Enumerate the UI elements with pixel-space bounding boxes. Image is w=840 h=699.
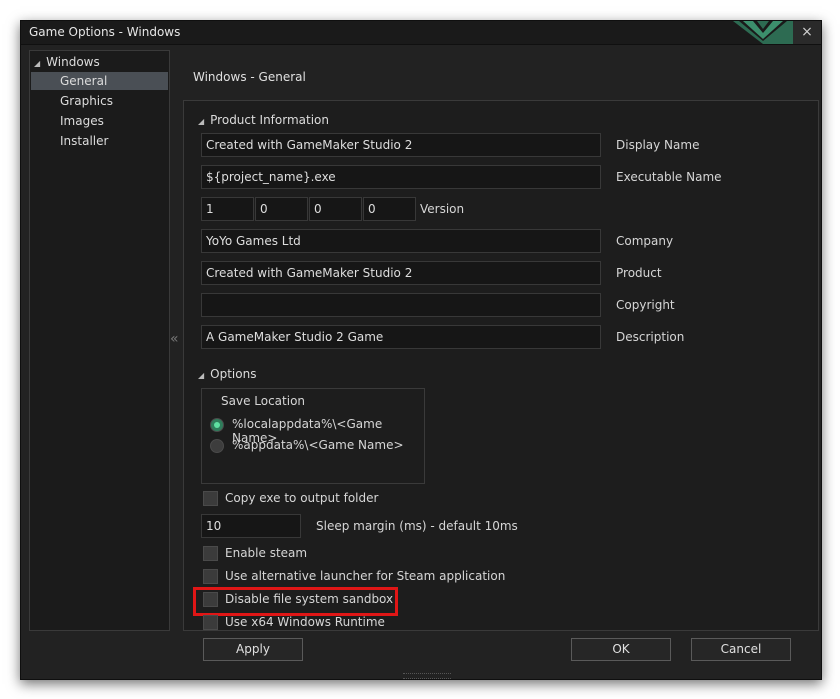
product-info-section[interactable]: ◢ Product Information bbox=[198, 113, 329, 127]
radio-localappdata[interactable] bbox=[210, 418, 224, 432]
copyright-label: Copyright bbox=[616, 298, 675, 312]
radio-appdata-label[interactable]: %appdata%\<Game Name> bbox=[232, 438, 404, 452]
product-label: Product bbox=[616, 266, 662, 280]
tree-item-installer[interactable]: Installer bbox=[31, 132, 168, 150]
title-bar[interactable]: Game Options - Windows × bbox=[21, 21, 821, 45]
copyright-input[interactable] bbox=[201, 293, 601, 317]
x64-runtime-checkbox[interactable] bbox=[203, 615, 218, 630]
company-input[interactable]: YoYo Games Ltd bbox=[201, 229, 601, 253]
expand-arrow-icon: ◢ bbox=[34, 59, 41, 68]
ok-button[interactable]: OK bbox=[571, 638, 671, 661]
tree-item-label: Graphics bbox=[60, 94, 113, 108]
display-name-input[interactable]: Created with GameMaker Studio 2 bbox=[201, 133, 601, 157]
description-input[interactable]: A GameMaker Studio 2 Game bbox=[201, 325, 601, 349]
enable-steam-label[interactable]: Enable steam bbox=[225, 546, 307, 560]
save-location-title: Save Location bbox=[221, 394, 306, 408]
tree-item-graphics[interactable]: Graphics bbox=[31, 92, 168, 110]
save-location-group: Save Location %localappdata%\<Game Name>… bbox=[201, 388, 425, 484]
sleep-margin-input[interactable]: 10 bbox=[201, 514, 301, 538]
sleep-margin-label: Sleep margin (ms) - default 10ms bbox=[316, 519, 518, 533]
page-title: Windows - General bbox=[193, 70, 306, 84]
version-build-input[interactable]: 0 bbox=[309, 197, 362, 221]
enable-steam-checkbox[interactable] bbox=[203, 546, 218, 561]
expand-arrow-icon: ◢ bbox=[198, 371, 205, 380]
tree-item-label: Installer bbox=[60, 134, 109, 148]
executable-name-label: Executable Name bbox=[616, 170, 722, 184]
alt-launcher-label[interactable]: Use alternative launcher for Steam appli… bbox=[225, 569, 505, 583]
close-button[interactable]: × bbox=[793, 21, 821, 44]
collapse-sidebar-icon[interactable]: « bbox=[170, 331, 179, 347]
version-revision-input[interactable]: 0 bbox=[363, 197, 416, 221]
tree-item-label: Images bbox=[60, 114, 104, 128]
expand-arrow-icon: ◢ bbox=[198, 117, 205, 126]
description-label: Description bbox=[616, 330, 685, 344]
apply-button[interactable]: Apply bbox=[203, 638, 303, 661]
executable-name-input[interactable]: ${project_name}.exe bbox=[201, 165, 601, 189]
cancel-button[interactable]: Cancel bbox=[691, 638, 791, 661]
product-input[interactable]: Created with GameMaker Studio 2 bbox=[201, 261, 601, 285]
options-section[interactable]: ◢ Options bbox=[198, 367, 256, 381]
highlight-box bbox=[193, 587, 398, 616]
window-title: Game Options - Windows bbox=[29, 25, 181, 39]
copy-exe-label[interactable]: Copy exe to output folder bbox=[225, 491, 378, 505]
version-major-input[interactable]: 1 bbox=[201, 197, 254, 221]
tree-item-label: General bbox=[60, 74, 108, 88]
version-minor-input[interactable]: 0 bbox=[255, 197, 308, 221]
display-name-label: Display Name bbox=[616, 138, 700, 152]
settings-panel: ◢ Product Information Created with GameMa… bbox=[183, 100, 819, 631]
settings-tree: ◢ Windows General Graphics Images Install… bbox=[29, 50, 170, 631]
version-label: Version bbox=[420, 202, 465, 216]
alt-launcher-checkbox[interactable] bbox=[203, 569, 218, 584]
x64-runtime-label[interactable]: Use x64 Windows Runtime bbox=[225, 615, 385, 629]
copy-exe-checkbox[interactable] bbox=[203, 491, 218, 506]
section-title: Product Information bbox=[210, 113, 329, 127]
game-options-window: Game Options - Windows × ◢ Windows Genera… bbox=[20, 20, 822, 680]
radio-appdata[interactable] bbox=[210, 439, 224, 453]
tree-item-general[interactable]: General bbox=[31, 72, 168, 90]
title-accent-icon bbox=[733, 21, 793, 44]
tree-root-label: Windows bbox=[46, 55, 100, 69]
tree-root-windows[interactable]: ◢ Windows bbox=[34, 55, 100, 69]
company-label: Company bbox=[616, 234, 674, 248]
section-title: Options bbox=[210, 367, 257, 381]
tree-item-images[interactable]: Images bbox=[31, 112, 168, 130]
resize-grip-icon[interactable] bbox=[403, 673, 451, 679]
